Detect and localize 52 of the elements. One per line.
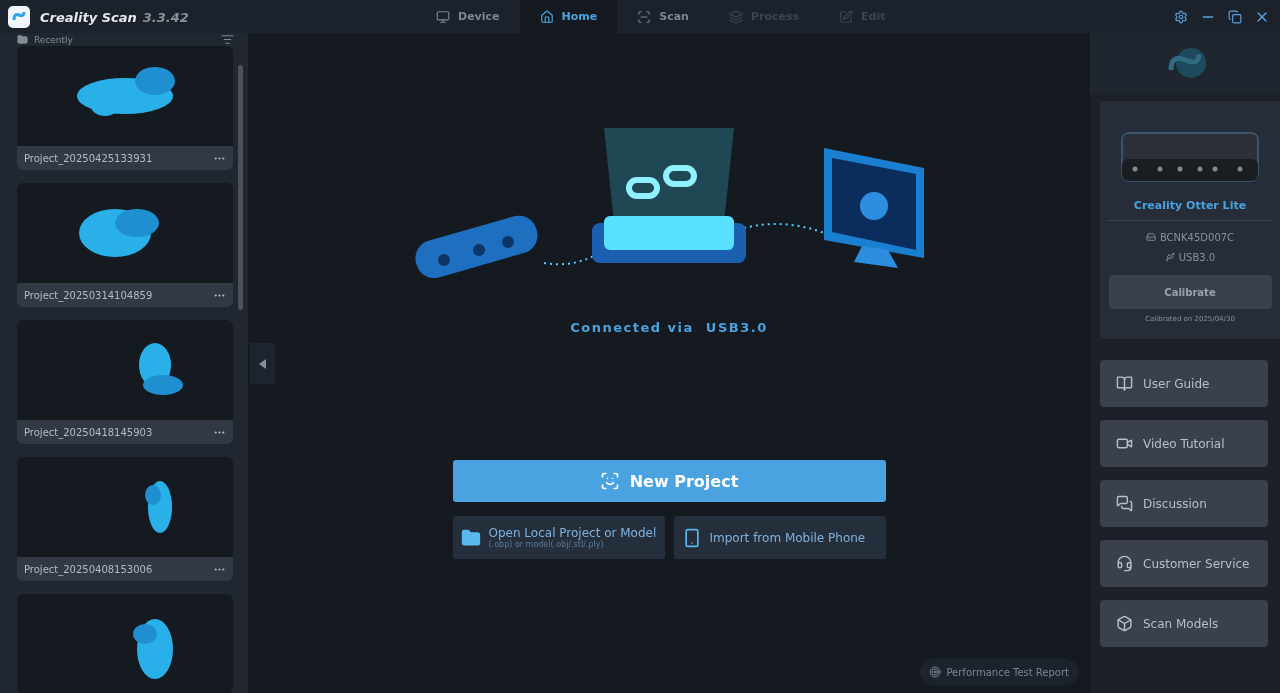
logo-icon bbox=[8, 5, 30, 28]
device-name: Creality Otter Lite bbox=[1133, 199, 1247, 212]
headset-icon bbox=[1116, 555, 1133, 572]
project-card[interactable]: Project_20250408153006 bbox=[17, 457, 233, 581]
caret-icon bbox=[259, 358, 266, 369]
cube-icon bbox=[1116, 615, 1133, 632]
action-label: Import from Mobile Phone bbox=[709, 530, 866, 545]
project-name: Project_20250314104859 bbox=[24, 289, 153, 301]
project-name: Project_20250418145903 bbox=[24, 426, 153, 438]
layers-icon bbox=[728, 9, 743, 24]
app-name: Creality Scan bbox=[40, 10, 137, 25]
folder-icon bbox=[17, 34, 28, 45]
help-link-button[interactable]: Customer Service bbox=[1100, 540, 1268, 587]
sidebar-title: Recently bbox=[34, 34, 73, 45]
app-version: 3.3.42 bbox=[142, 10, 189, 25]
folder-icon bbox=[460, 527, 481, 548]
sort-icon[interactable] bbox=[221, 33, 234, 46]
help-link-button[interactable]: Video Tutorial bbox=[1100, 420, 1268, 467]
action-label: Open Local Project or Model bbox=[488, 526, 657, 540]
nav-tab[interactable]: Device bbox=[416, 0, 520, 33]
nav-tab[interactable]: Scan bbox=[617, 0, 709, 33]
help-link-button[interactable]: Scan Models bbox=[1100, 600, 1268, 647]
project-card[interactable]: Project_20250418145903 bbox=[17, 320, 233, 444]
serial-number: BCNK45D007C bbox=[1159, 231, 1235, 243]
restore-icon[interactable] bbox=[1228, 9, 1242, 24]
chat-icon bbox=[1116, 495, 1133, 512]
connection-status: Connected via USB3.0 bbox=[570, 320, 768, 335]
collapse-button[interactable] bbox=[250, 343, 275, 384]
book-icon bbox=[1116, 375, 1133, 392]
usb-icon bbox=[1164, 252, 1175, 262]
target-icon bbox=[929, 666, 942, 678]
port-label: USB3.0 bbox=[1178, 251, 1216, 263]
settings-icon[interactable] bbox=[1174, 9, 1188, 24]
project-name: Project_20250425133931 bbox=[24, 152, 153, 164]
help-link-button[interactable]: User Guide bbox=[1100, 360, 1268, 407]
help-link-button[interactable]: Discussion bbox=[1100, 480, 1268, 527]
project-card[interactable]: Project_20250314104859 bbox=[17, 183, 233, 307]
scrollbar[interactable] bbox=[238, 65, 243, 310]
monitor-icon bbox=[436, 9, 450, 24]
device-icon bbox=[1145, 232, 1156, 242]
project-card[interactable]: Project_20250425133931 bbox=[17, 46, 233, 170]
performance-report-button[interactable]: Performance Test Report bbox=[920, 659, 1078, 685]
scan-icon bbox=[637, 9, 652, 24]
project-name: Project_20250408153006 bbox=[24, 563, 153, 575]
action-hint: (.obp) or model(.obj/.stl/.ply) bbox=[488, 540, 605, 549]
scan-icon bbox=[599, 471, 620, 491]
nav-tab[interactable]: Home bbox=[519, 0, 618, 33]
action-button[interactable]: Open Local Project or Model (.obp) or model(.obj/.stl/.ply) bbox=[452, 516, 665, 559]
home-icon bbox=[539, 9, 554, 24]
action-button[interactable]: Import from Mobile Phone bbox=[673, 516, 886, 559]
edit-icon bbox=[839, 9, 854, 24]
calibrate-button[interactable]: Calibrate bbox=[1108, 275, 1272, 309]
